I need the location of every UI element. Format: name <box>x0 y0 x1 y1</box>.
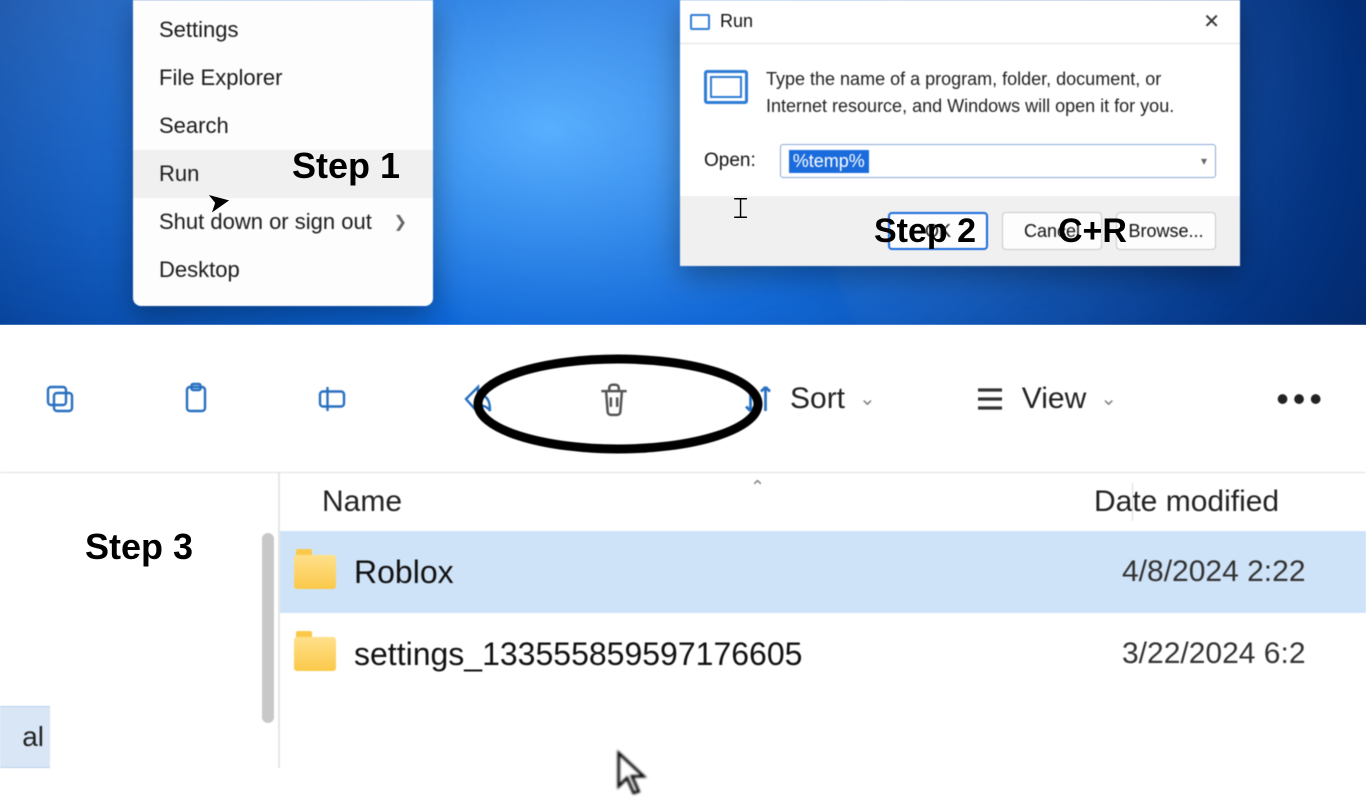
menu-item-desktop[interactable]: Desktop <box>133 246 433 294</box>
copy-icon[interactable] <box>40 379 80 419</box>
sort-label: Sort <box>790 382 845 416</box>
run-title: Run <box>720 11 1193 32</box>
annotation-step3: Step 3 <box>85 526 193 568</box>
column-date[interactable]: Date modified <box>1094 485 1324 519</box>
annotation-circle <box>468 349 768 459</box>
annotation-step2: Step 2 <box>874 212 976 251</box>
menu-item-label: Run <box>159 161 199 187</box>
more-button[interactable]: ••• <box>1276 378 1326 420</box>
view-label: View <box>1022 382 1086 416</box>
open-label: Open: <box>704 150 756 172</box>
column-headers: ⌃ Name Date modified <box>280 473 1366 531</box>
view-dropdown[interactable]: View ⌄ <box>972 379 1117 419</box>
chevron-right-icon: ❯ <box>394 212 407 232</box>
file-list-pane: ⌃ Name Date modified Roblox 4/8/2024 2:2… <box>280 473 1366 768</box>
file-name: settings_133555859597176605 <box>354 636 1122 673</box>
run-dialog-icon <box>704 70 748 104</box>
cursor-icon <box>612 749 652 809</box>
folder-icon <box>294 555 336 589</box>
menu-item-shutdown[interactable]: Shut down or sign out ❯ <box>133 198 433 246</box>
menu-item-label: Search <box>159 113 229 139</box>
file-row[interactable]: Roblox 4/8/2024 2:22 <box>280 531 1366 613</box>
menu-item-label: Shut down or sign out <box>159 209 372 235</box>
folder-icon <box>294 637 336 671</box>
run-description: Type the name of a program, folder, docu… <box>766 66 1216 120</box>
chevron-down-icon[interactable]: ▾ <box>1201 154 1207 168</box>
nav-pane[interactable]: al <box>0 473 280 768</box>
explorer-body: al ⌃ Name Date modified Roblox 4/8/2024 … <box>0 473 1366 768</box>
scrollbar-thumb[interactable] <box>262 533 274 723</box>
collapse-chevron-icon[interactable]: ⌃ <box>750 477 765 498</box>
open-value: %temp% <box>789 150 869 173</box>
file-row[interactable]: settings_133555859597176605 3/22/2024 6:… <box>280 613 1366 695</box>
nav-item-partial[interactable]: al <box>0 706 50 768</box>
run-app-icon <box>690 14 710 30</box>
file-date: 4/8/2024 2:22 <box>1122 555 1352 589</box>
close-button[interactable]: ✕ <box>1193 5 1230 38</box>
explorer-toolbar: Sort ⌄ View ⌄ ••• <box>0 325 1366 473</box>
top-panel: Settings File Explorer Search Run Shut d… <box>0 0 1366 325</box>
menu-item-search[interactable]: Search <box>133 102 433 150</box>
run-open-row: Open: %temp% ▾ <box>680 144 1240 196</box>
menu-item-label: Desktop <box>159 257 240 283</box>
explorer-panel: Sort ⌄ View ⌄ ••• al ⌃ Name D <box>0 325 1366 768</box>
view-icon <box>972 379 1008 419</box>
menu-item-file-explorer[interactable]: File Explorer <box>133 54 433 102</box>
file-name: Roblox <box>354 554 1122 591</box>
menu-item-label: Settings <box>159 17 239 43</box>
run-titlebar[interactable]: Run ✕ <box>680 0 1240 44</box>
column-separator[interactable] <box>1132 483 1133 521</box>
column-name[interactable]: Name <box>322 485 1094 519</box>
menu-item-settings[interactable]: Settings <box>133 6 433 54</box>
rename-icon[interactable] <box>312 379 352 419</box>
annotation-step1: Step 1 <box>292 145 400 187</box>
file-date: 3/22/2024 6:2 <box>1122 637 1352 671</box>
annotation-step2-shortcut: C+R <box>1058 212 1127 251</box>
chevron-down-icon: ⌄ <box>859 386 876 411</box>
chevron-down-icon: ⌄ <box>1100 386 1117 411</box>
open-combobox[interactable]: %temp% ▾ <box>780 144 1216 178</box>
run-body: Type the name of a program, folder, docu… <box>680 44 1240 144</box>
paste-icon[interactable] <box>176 379 216 419</box>
text-cursor-icon: 𝙸 <box>730 192 751 226</box>
menu-item-label: File Explorer <box>159 65 282 91</box>
browse-button[interactable]: Browse... <box>1116 212 1216 250</box>
